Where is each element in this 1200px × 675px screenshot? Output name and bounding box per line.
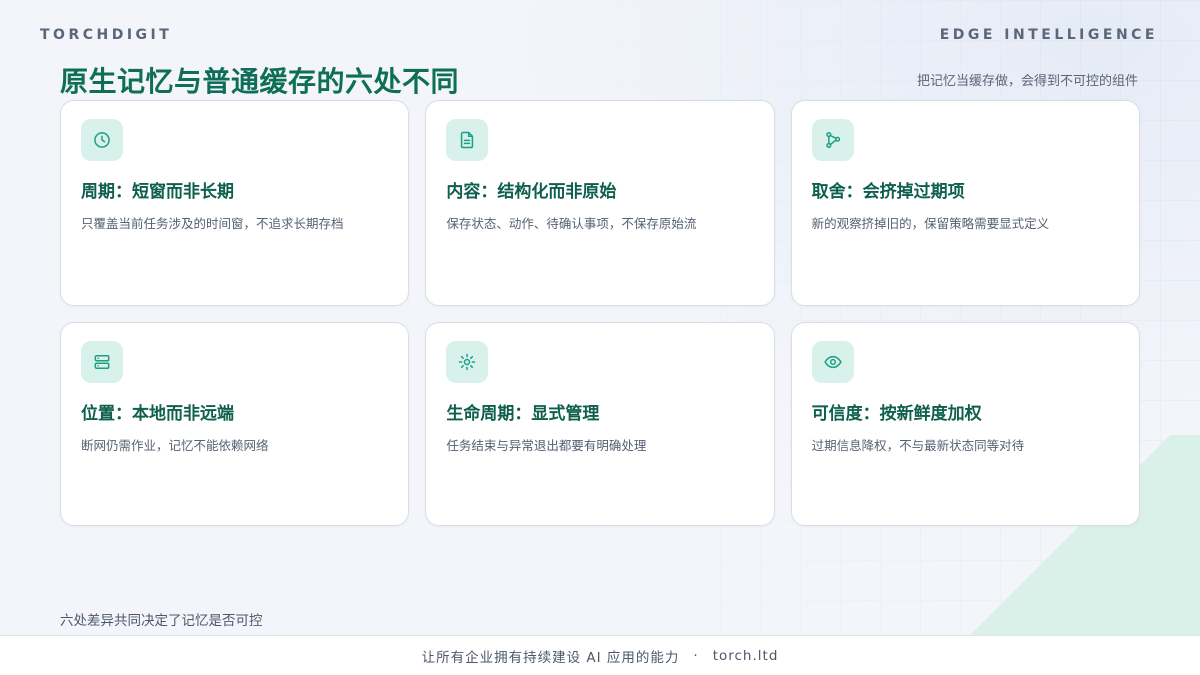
card-description: 任务结束与异常退出都要有明确处理 — [446, 438, 647, 453]
document-icon — [446, 119, 489, 161]
card-content: 内容：结构化而非原始 保存状态、动作、待确认事项，不保存原始流 — [425, 100, 775, 306]
cards-grid: 周期：短窗而非长期 只覆盖当前任务涉及的时间窗，不追求长期存档 内容：结构化而非… — [60, 100, 1140, 526]
page-title: 原生记忆与普通缓存的六处不同 — [60, 65, 460, 98]
footer-separator: · — [693, 647, 699, 664]
card-description: 保存状态、动作、待确认事项，不保存原始流 — [446, 216, 697, 231]
card-location: 位置：本地而非远端 断网仍需作业，记忆不能依赖网络 — [60, 322, 410, 526]
card-cycle: 周期：短窗而非长期 只覆盖当前任务涉及的时间窗，不追求长期存档 — [60, 100, 410, 306]
sun-icon — [446, 341, 489, 383]
card-title: 周期：短窗而非长期 — [81, 182, 234, 202]
summary-text: 六处差异共同决定了记忆是否可控 — [60, 613, 263, 629]
server-icon — [81, 341, 123, 383]
card-title: 可信度：按新鲜度加权 — [811, 404, 982, 424]
eye-icon — [811, 341, 854, 383]
footer-bar: 让所有企业拥有持续建设 AI 应用的能力 · torch.ltd — [0, 635, 1200, 675]
card-lifecycle: 生命周期：显式管理 任务结束与异常退出都要有明确处理 — [425, 322, 775, 526]
card-description: 过期信息降权，不与最新状态同等对待 — [811, 438, 1025, 453]
clock-icon — [81, 119, 123, 161]
page-subtitle: 把记忆当缓存做，会得到不可控的组件 — [916, 74, 1138, 89]
card-title: 内容：结构化而非原始 — [446, 182, 617, 202]
card-title: 位置：本地而非远端 — [81, 404, 234, 424]
footer-site-link[interactable]: torch.ltd — [713, 648, 779, 664]
card-tradeoff: 取舍：会挤掉过期项 新的观察挤掉旧的，保留策略需要显式定义 — [790, 100, 1140, 306]
card-title: 生命周期：显式管理 — [446, 404, 600, 424]
brand-logo-text: TORCHDIGIT — [40, 27, 173, 43]
footer-slogan: 让所有企业拥有持续建设 AI 应用的能力 — [421, 649, 680, 666]
card-title: 取舍：会挤掉过期项 — [811, 182, 965, 202]
branch-icon — [811, 119, 854, 161]
card-description: 断网仍需作业，记忆不能依赖网络 — [81, 438, 269, 453]
card-description: 只覆盖当前任务涉及的时间窗，不追求长期存档 — [81, 216, 344, 231]
card-description: 新的观察挤掉旧的，保留策略需要显式定义 — [811, 216, 1050, 231]
header-tagline: EDGE INTELLIGENCE — [939, 27, 1158, 43]
card-credibility: 可信度：按新鲜度加权 过期信息降权，不与最新状态同等对待 — [790, 322, 1140, 526]
